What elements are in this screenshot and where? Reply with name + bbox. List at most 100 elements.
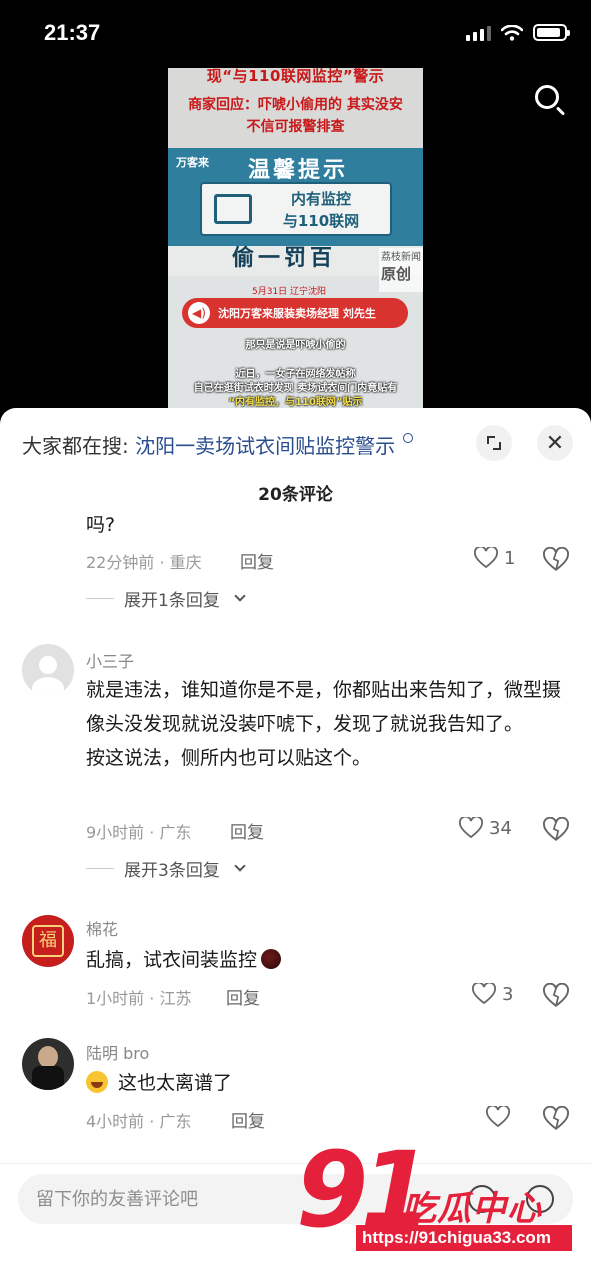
close-button[interactable]: ✕ bbox=[537, 425, 573, 461]
status-icons bbox=[466, 24, 570, 41]
avatar[interactable] bbox=[22, 1038, 74, 1090]
battery-level bbox=[537, 28, 561, 37]
video-speaker-label: 沈阳万客来服装卖场经理 刘先生 bbox=[218, 307, 376, 320]
broken-heart-icon[interactable] bbox=[543, 817, 569, 843]
comment-text: 吗? bbox=[86, 514, 116, 536]
laughing-emoji-icon bbox=[86, 1071, 108, 1093]
expand-button[interactable] bbox=[476, 425, 512, 461]
username[interactable]: 小三子 bbox=[86, 648, 134, 672]
reply-button[interactable]: 回复 bbox=[226, 984, 260, 1009]
comment-text: 这也太离谱了 bbox=[86, 1066, 576, 1100]
video-sign-line2: 与110联网 bbox=[282, 212, 360, 230]
at-mention-icon[interactable] bbox=[468, 1185, 496, 1213]
video-headline-line1: 现“与110联网监控”警示 bbox=[206, 68, 385, 85]
expand-icon bbox=[487, 436, 501, 450]
like-button[interactable]: 3 bbox=[472, 983, 513, 1005]
expand-replies-label: 展开3条回复 bbox=[124, 861, 220, 881]
avatar[interactable]: 福 bbox=[22, 915, 74, 967]
search-icon-handle bbox=[555, 106, 566, 116]
username[interactable]: 棉花 bbox=[86, 916, 118, 940]
bomb-emoji-icon bbox=[261, 949, 282, 969]
chevron-down-icon bbox=[234, 859, 246, 872]
trending-search-query[interactable]: 沈阳一卖场试衣间贴监控警示 bbox=[135, 434, 395, 458]
video-speaker-pill: ◀) 沈阳万客来服装卖场经理 刘先生 bbox=[182, 298, 408, 328]
video-subtitle-news2: 自己在逛街试衣时发现 卖场试衣间门内竟贴有 bbox=[193, 383, 398, 394]
comment-meta: 9小时前 · 广东 bbox=[86, 823, 192, 842]
avatar[interactable] bbox=[22, 644, 74, 696]
heart-icon bbox=[472, 983, 496, 1005]
chevron-down-icon bbox=[234, 589, 246, 602]
video-subtitle-quote: 那只是说是吓唬小偷的 bbox=[245, 340, 346, 351]
like-button[interactable]: 1 bbox=[474, 547, 515, 569]
battery-icon bbox=[533, 24, 570, 41]
comment-text-para1: 就是违法，谁知道你是不是，你都贴出来告知了，微型摄像头没发现就说没装吓唬下，发现… bbox=[86, 679, 562, 735]
like-count: 3 bbox=[502, 983, 514, 1005]
like-count: 34 bbox=[489, 817, 512, 839]
camera-icon bbox=[214, 194, 252, 224]
like-count: 1 bbox=[504, 547, 516, 569]
signal-icon bbox=[466, 25, 491, 41]
like-button[interactable]: 34 bbox=[459, 817, 512, 839]
comment-text-body: 这也太离谱了 bbox=[118, 1072, 233, 1094]
avatar-shoulders bbox=[32, 1066, 64, 1090]
video-source-badge: 荔枝新闻 原创 bbox=[379, 248, 423, 292]
reply-button[interactable]: 回复 bbox=[230, 818, 264, 843]
expand-replies-label: 展开1条回复 bbox=[124, 591, 220, 611]
avatar-emblem: 福 bbox=[32, 925, 64, 957]
emoji-icon[interactable] bbox=[526, 1185, 554, 1213]
video-brand: 万客来 bbox=[176, 156, 209, 169]
expand-replies[interactable]: 展开1条回复 bbox=[86, 586, 246, 611]
video-headline-line2: 商家回应：吓唬小偷用的 其实没安 bbox=[188, 97, 403, 113]
comment-meta: 4小时前 · 广东 bbox=[86, 1112, 192, 1131]
video-fine-text: 偷一罚百 bbox=[232, 246, 337, 271]
status-bar: 21:37 bbox=[0, 0, 591, 70]
video-sign-line1: 内有监控 bbox=[290, 190, 351, 208]
search-icon bbox=[403, 433, 414, 443]
divider bbox=[86, 868, 114, 869]
video-sign-text: 内有监控 与110联网 bbox=[262, 188, 380, 232]
video-source-tag: 原创 bbox=[381, 265, 412, 283]
status-time: 21:37 bbox=[44, 20, 101, 45]
trending-search[interactable]: 大家都在搜: 沈阳一卖场试衣间贴监控警示 bbox=[22, 430, 414, 459]
reply-button[interactable]: 回复 bbox=[240, 548, 274, 573]
avatar-body bbox=[32, 677, 64, 696]
comment-text: 乱搞，试衣间装监控 bbox=[86, 943, 576, 977]
video-player[interactable]: 现“与110联网监控”警示 商家回应：吓唬小偷用的 其实没安 不信可报警排查 万… bbox=[168, 68, 423, 413]
avatar-head bbox=[39, 656, 57, 674]
heart-icon bbox=[459, 817, 483, 839]
comment-text-para2: 按这说法，侧所内也可以贴这个。 bbox=[86, 747, 372, 769]
comment-input-bar bbox=[0, 1163, 591, 1280]
comment-text-body: 乱搞，试衣间装监控 bbox=[86, 949, 258, 971]
video-source-name: 荔枝新闻 bbox=[381, 252, 421, 263]
comment-count: 20条评论 bbox=[258, 485, 333, 505]
video-date-location: 5月31日 辽宁沈阳 bbox=[252, 287, 327, 297]
close-icon: ✕ bbox=[545, 430, 565, 456]
speaker-icon: ◀) bbox=[188, 302, 210, 324]
heart-icon bbox=[486, 1106, 510, 1128]
username[interactable]: 陆明 bro bbox=[86, 1040, 149, 1064]
trending-search-prefix: 大家都在搜: bbox=[22, 434, 129, 458]
search-icon[interactable] bbox=[532, 82, 568, 118]
broken-heart-icon[interactable] bbox=[543, 1106, 569, 1132]
avatar-face bbox=[38, 1046, 58, 1068]
comment-sheet: 大家都在搜: 沈阳一卖场试衣间贴监控警示 ✕ 20条评论 吗? 22分钟前 · … bbox=[0, 408, 591, 1280]
broken-heart-icon[interactable] bbox=[543, 547, 569, 573]
reply-button[interactable]: 回复 bbox=[231, 1107, 265, 1132]
video-headline: 现“与110联网监控”警示 商家回应：吓唬小偷用的 其实没安 不信可报警排查 bbox=[168, 68, 423, 156]
broken-heart-icon[interactable] bbox=[543, 983, 569, 1009]
video-headline-line3: 不信可报警排查 bbox=[246, 119, 345, 135]
wifi-icon bbox=[501, 24, 523, 41]
video-sign-title: 温馨提示 bbox=[248, 158, 349, 183]
video-sign: 万客来 温馨提示 内有监控 与110联网 bbox=[168, 148, 423, 246]
expand-replies[interactable]: 展开3条回复 bbox=[86, 856, 246, 881]
video-subtitle-news3: “内有监控，与110联网”贴示 bbox=[228, 397, 363, 408]
heart-icon bbox=[474, 547, 498, 569]
like-button[interactable] bbox=[486, 1106, 516, 1128]
video-subtitle-news1: 近日，一女子在网络发帖称 bbox=[235, 369, 356, 380]
video-sign-box: 内有监控 与110联网 bbox=[200, 182, 392, 236]
divider bbox=[86, 598, 114, 599]
comment-meta: 22分钟前 · 重庆 bbox=[86, 553, 202, 572]
comment-meta: 1小时前 · 江苏 bbox=[86, 989, 192, 1008]
search-icon-ring bbox=[535, 85, 559, 109]
comment-text: 就是违法，谁知道你是不是，你都贴出来告知了，微型摄像头没发现就说没装吓唬下，发现… bbox=[86, 673, 576, 775]
